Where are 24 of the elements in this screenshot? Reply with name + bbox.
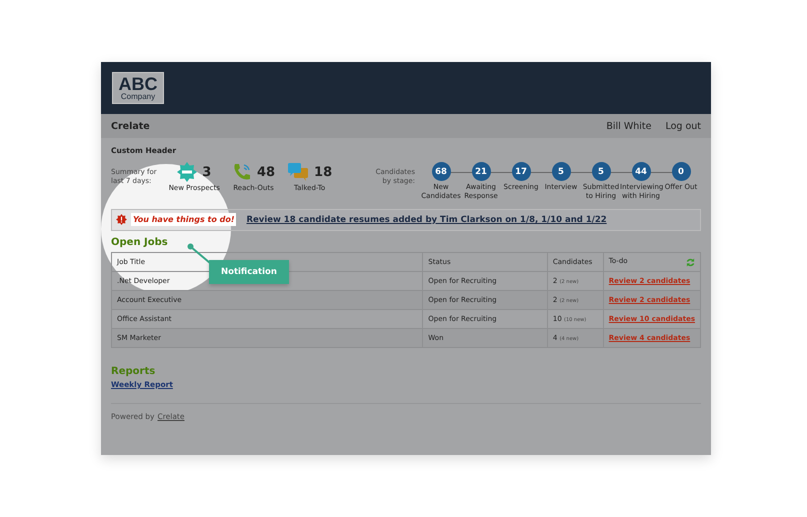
section-title: Open Jobs (111, 236, 169, 248)
callout-label: Notification (209, 260, 289, 284)
stage-count-badge[interactable]: 5 (592, 162, 610, 181)
alert-text: You have things to do! (131, 213, 236, 226)
stage-count-badge[interactable]: 17 (512, 162, 530, 181)
app-name: Crelate (111, 120, 150, 132)
stage-count-badge[interactable]: 68 (432, 162, 450, 181)
user-link[interactable]: Bill White (606, 120, 652, 132)
alert-icon (116, 214, 127, 226)
summary-count: 3 (202, 164, 212, 180)
company-logo: ABC Company (112, 72, 164, 104)
logout-link[interactable]: Log out (665, 120, 701, 132)
leader-line (187, 243, 211, 265)
refresh-icon[interactable] (686, 258, 695, 267)
stage-count-badge[interactable]: 44 (632, 162, 650, 181)
stage-count-badge[interactable]: 5 (552, 162, 570, 181)
chat-bubbles-icon (287, 162, 310, 182)
stage-count-badge[interactable]: 0 (672, 162, 690, 181)
section-title: Reports (111, 366, 156, 377)
summary-count: 18 (314, 164, 332, 180)
summary-count: 48 (256, 164, 276, 180)
stage-count-badge[interactable]: 21 (472, 162, 490, 181)
phone-icon (232, 162, 252, 182)
notification-link[interactable]: Review 18 candidate resumes added by Tim Clarkson on 1/8, 1/10 and 1/22 (246, 214, 607, 225)
